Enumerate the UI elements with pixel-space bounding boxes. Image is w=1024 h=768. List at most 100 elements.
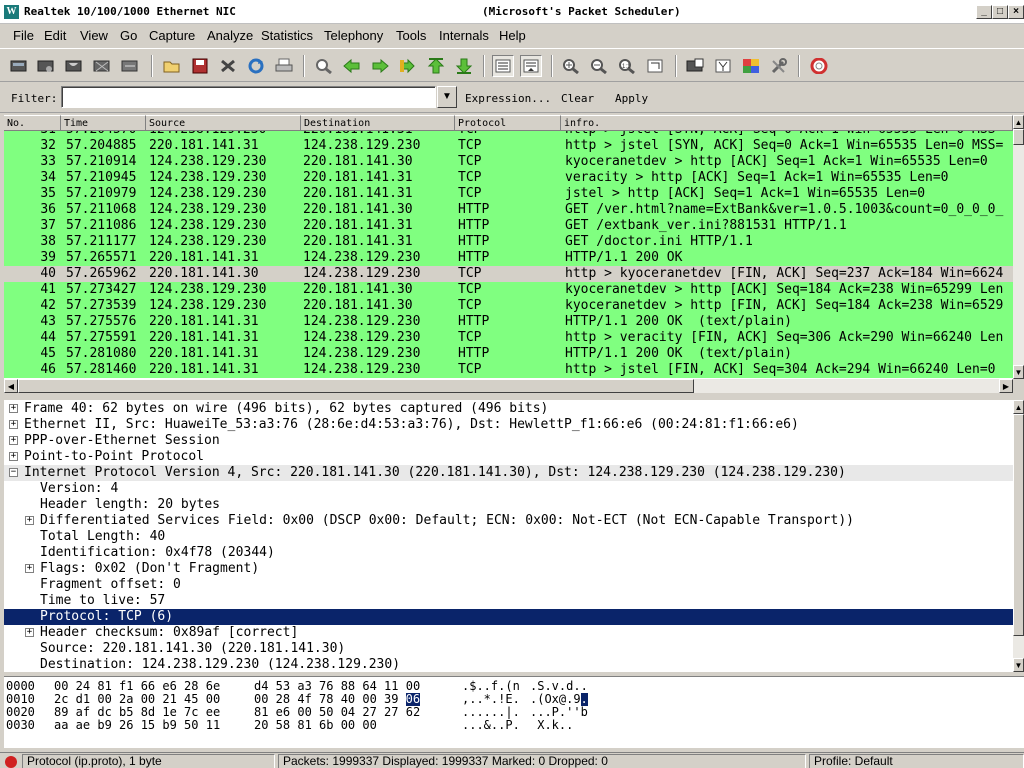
stop-capture-icon[interactable] (91, 55, 113, 77)
detail-row[interactable]: + Flags: 0x02 (Don't Fragment) (4, 561, 1013, 577)
column-header-destination[interactable]: Destination (301, 115, 455, 131)
colorize-list-icon[interactable] (492, 55, 514, 77)
preferences-icon[interactable] (768, 55, 790, 77)
detail-row[interactable]: Time to live: 57 (4, 593, 1013, 609)
clear-button[interactable]: Clear (561, 92, 594, 105)
normal-size-icon[interactable]: 1:1 (616, 55, 638, 77)
detail-row[interactable]: + PPP-over-Ethernet Session (4, 433, 1013, 449)
detail-row[interactable]: Protocol: TCP (6) (4, 609, 1013, 625)
packet-row[interactable]: 44 57.275591 220.181.141.31 124.238.129.230… (4, 330, 1013, 346)
menu-go[interactable]: Go (120, 28, 137, 43)
column-header-no[interactable]: No. (4, 115, 61, 131)
menu-analyze[interactable]: Analyze (207, 28, 253, 43)
restart-capture-icon[interactable] (119, 55, 141, 77)
scroll-down-arrow-icon[interactable]: ▼ (1013, 658, 1024, 672)
detail-row[interactable]: Version: 4 (4, 481, 1013, 497)
column-header-info[interactable]: infro. (561, 115, 1013, 131)
packet-list-hscroll[interactable]: ◀ ▶ (4, 379, 1013, 393)
resize-columns-icon[interactable] (644, 55, 666, 77)
scroll-up-arrow-icon[interactable]: ▲ (1013, 400, 1024, 414)
maximize-button[interactable]: □ (992, 5, 1008, 19)
scroll-left-arrow-icon[interactable]: ◀ (4, 379, 18, 393)
go-first-packet-icon[interactable] (425, 55, 447, 77)
capture-options-icon[interactable] (35, 55, 57, 77)
menu-help[interactable]: Help (499, 28, 526, 43)
expression-button[interactable]: Expression... (465, 92, 551, 105)
scroll-up-arrow-icon[interactable]: ▲ (1013, 115, 1024, 129)
go-back-icon[interactable] (341, 55, 363, 77)
packet-row[interactable]: 37 57.211086 124.238.129.230 220.181.141.31… (4, 218, 1013, 234)
interfaces-icon[interactable] (8, 55, 30, 77)
menu-capture[interactable]: Capture (149, 28, 195, 43)
expand-plus-icon[interactable]: + (25, 564, 34, 573)
expand-plus-icon[interactable]: + (9, 452, 18, 461)
detail-row[interactable]: + Header checksum: 0x89af [correct] (4, 625, 1013, 641)
zoom-in-icon[interactable] (560, 55, 582, 77)
go-to-packet-icon[interactable] (397, 55, 419, 77)
detail-row[interactable]: Header length: 20 bytes (4, 497, 1013, 513)
collapse-minus-icon[interactable]: − (9, 468, 18, 477)
packet-row[interactable]: 34 57.210945 124.238.129.230 220.181.141.31… (4, 170, 1013, 186)
packet-row[interactable]: 41 57.273427 124.238.129.230 220.181.141.30… (4, 282, 1013, 298)
menu-tools[interactable]: Tools (396, 28, 426, 43)
menu-file[interactable]: File (13, 28, 34, 43)
print-icon[interactable] (273, 55, 295, 77)
packet-row[interactable]: 45 57.281080 220.181.141.31 124.238.129.230… (4, 346, 1013, 362)
filter-input[interactable] (61, 86, 436, 108)
expand-plus-icon[interactable]: + (9, 436, 18, 445)
column-header-source[interactable]: Source (146, 115, 301, 131)
packet-list-vscroll[interactable]: ▲ ▼ (1013, 115, 1024, 379)
packet-row[interactable]: 36 57.211068 124.238.129.230 220.181.141.30… (4, 202, 1013, 218)
detail-row[interactable]: Identification: 0x4f78 (20344) (4, 545, 1013, 561)
save-file-icon[interactable] (189, 55, 211, 77)
packet-row[interactable]: 38 57.211177 124.238.129.230 220.181.141.31… (4, 234, 1013, 250)
scroll-right-arrow-icon[interactable]: ▶ (999, 379, 1013, 393)
hscroll-thumb[interactable] (18, 379, 694, 393)
scroll-down-arrow-icon[interactable]: ▼ (1013, 365, 1024, 379)
expand-plus-icon[interactable]: + (9, 404, 18, 413)
open-file-icon[interactable] (161, 55, 183, 77)
zoom-out-icon[interactable] (588, 55, 610, 77)
display-filters-icon[interactable] (712, 55, 734, 77)
packet-row[interactable]: 39 57.265571 220.181.141.31 124.238.129.230… (4, 250, 1013, 266)
minimize-button[interactable]: _ (976, 5, 992, 19)
detail-row[interactable]: + Point-to-Point Protocol (4, 449, 1013, 465)
expert-info-icon[interactable] (5, 756, 17, 768)
menu-telephony[interactable]: Telephony (324, 28, 383, 43)
menu-internals[interactable]: Internals (439, 28, 489, 43)
capture-filters-icon[interactable] (684, 55, 706, 77)
packet-row[interactable]: 40 57.265962 220.181.141.30 124.238.129.230… (4, 266, 1013, 282)
packet-row[interactable]: 33 57.210914 124.238.129.230 220.181.141.30… (4, 154, 1013, 170)
detail-row[interactable]: Destination: 124.238.129.230 (124.238.12… (4, 657, 1013, 672)
packet-row[interactable]: 42 57.273539 124.238.129.230 220.181.141.30… (4, 298, 1013, 314)
details-vscroll[interactable]: ▲ ▼ (1013, 400, 1024, 672)
packet-row[interactable]: 43 57.275576 220.181.141.31 124.238.129.230… (4, 314, 1013, 330)
hex-row[interactable]: 0030 aa ae b9 26 15 b9 50 11 20 58 81 6b 0… (4, 719, 1014, 732)
help-icon[interactable] (808, 55, 830, 77)
detail-row[interactable]: + Ethernet II, Src: HuaweiTe_53:a3:76 (28… (4, 417, 1013, 433)
scroll-thumb[interactable] (1013, 129, 1024, 145)
find-packet-icon[interactable] (313, 55, 335, 77)
detail-row[interactable]: Total Length: 40 (4, 529, 1013, 545)
reload-icon[interactable] (245, 55, 267, 77)
detail-row[interactable]: Source: 220.181.141.30 (220.181.141.30) (4, 641, 1013, 657)
close-file-icon[interactable] (217, 55, 239, 77)
start-capture-icon[interactable] (63, 55, 85, 77)
close-button[interactable]: × (1008, 5, 1024, 19)
packet-row[interactable]: 32 57.204885 220.181.141.31 124.238.129.230… (4, 138, 1013, 154)
column-header-time[interactable]: Time (61, 115, 146, 131)
go-last-packet-icon[interactable] (453, 55, 475, 77)
packet-row[interactable]: 35 57.210979 124.238.129.230 220.181.141.31… (4, 186, 1013, 202)
menu-view[interactable]: View (80, 28, 108, 43)
expand-plus-icon[interactable]: + (9, 420, 18, 429)
column-header-protocol[interactable]: Protocol (455, 115, 561, 131)
detail-row[interactable]: − Internet Protocol Version 4, Src: 220.1… (4, 465, 1013, 481)
packet-row[interactable]: 46 57.281460 220.181.141.31 124.238.129.230… (4, 362, 1013, 378)
auto-scroll-icon[interactable] (520, 55, 542, 77)
menu-statistics[interactable]: Statistics (261, 28, 313, 43)
go-forward-icon[interactable] (369, 55, 391, 77)
coloring-rules-icon[interactable] (740, 55, 762, 77)
detail-row[interactable]: Fragment offset: 0 (4, 577, 1013, 593)
detail-row[interactable]: + Differentiated Services Field: 0x00 (DS… (4, 513, 1013, 529)
expand-plus-icon[interactable]: + (25, 516, 34, 525)
